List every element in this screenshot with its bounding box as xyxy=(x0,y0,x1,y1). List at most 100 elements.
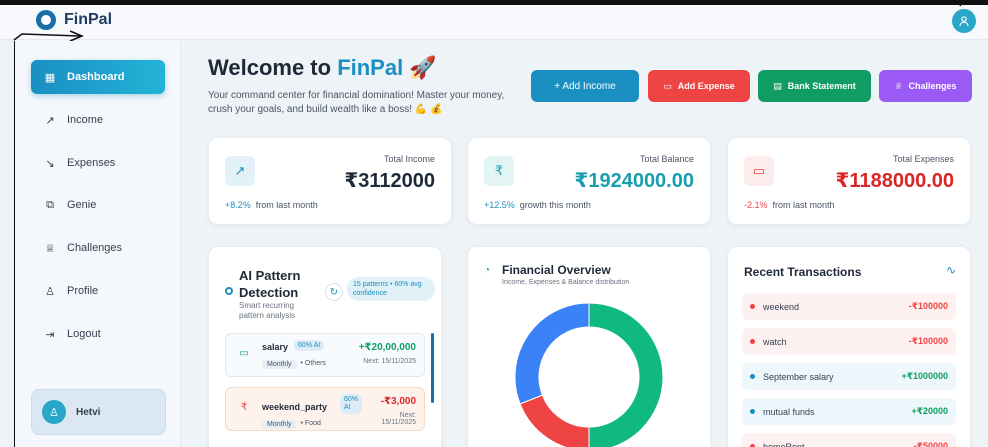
sidebar-item-label: Profile xyxy=(67,285,99,297)
add-expense-button[interactable]: ▭ Add Expense xyxy=(648,70,750,102)
stat-change: +12.5% growth this month xyxy=(484,200,591,210)
transaction-amount: -₹50000 xyxy=(913,441,948,447)
pattern-name: weekend_party xyxy=(262,402,328,412)
stat-label: Total Income xyxy=(383,154,435,164)
pattern-item[interactable]: ₹ weekend_party 60% AI Monthly • Food -₹… xyxy=(225,387,425,431)
sidebar-item-challenges[interactable]: ♕ Challenges xyxy=(31,231,165,265)
sidebar-item-dashboard[interactable]: ▦ Dashboard xyxy=(31,60,165,94)
trend-up-icon: ↗ xyxy=(45,114,55,127)
avatar-user-icon: ♙ xyxy=(42,400,66,424)
brand[interactable]: FinPal xyxy=(36,10,112,30)
stat-change: +8.2% from last month xyxy=(225,200,318,210)
donut-slice-income[interactable] xyxy=(588,302,664,447)
ai-subtitle: Smart recurring pattern analysis xyxy=(239,301,296,320)
trophy-icon: ♕ xyxy=(45,242,55,255)
activity-icon[interactable]: ∿ xyxy=(946,263,956,277)
transaction-row[interactable]: homeRent -₹50000 xyxy=(742,433,956,447)
rocket-icon: 🚀 xyxy=(409,55,437,80)
stat-change-text: from last month xyxy=(255,200,318,210)
transaction-name: September salary xyxy=(763,371,834,382)
stat-change-value: -2.1% xyxy=(744,200,768,210)
stat-change-value: +12.5% xyxy=(484,200,515,210)
logout-icon: ⇥ xyxy=(45,328,55,341)
sidebar-item-logout[interactable]: ⇥ Logout xyxy=(31,317,165,351)
pattern-next: Next: 15/11/2025 xyxy=(363,358,416,365)
pattern-tags: Monthly • Others xyxy=(262,360,326,369)
pattern-category: • Food xyxy=(300,420,321,427)
pattern-amount: -₹3,000 xyxy=(380,396,416,407)
sidebar-item-genie[interactable]: ⧉ Genie xyxy=(31,188,165,222)
pattern-item[interactable]: ▭ salary 60% AI Monthly • Others +₹20,00… xyxy=(225,333,425,377)
stat-change-value: +8.2% xyxy=(225,200,251,210)
status-dot xyxy=(750,339,755,344)
stat-label: Total Expenses xyxy=(892,154,954,164)
donut-chart xyxy=(514,302,664,447)
user-card[interactable]: ♙ Hetvi xyxy=(31,389,166,435)
sidebar: ▦ Dashboard ↗ Income ↘ Expenses ⧉ Genie … xyxy=(14,41,181,447)
transaction-name: watch xyxy=(763,336,787,347)
transaction-amount: +₹1000000 xyxy=(901,371,948,381)
bank-statement-label: Bank Statement xyxy=(787,81,856,91)
ai-title: AI Pattern Detection xyxy=(239,268,301,300)
transaction-amount: -₹100000 xyxy=(908,336,948,346)
stat-label: Total Balance xyxy=(639,154,694,164)
grid-icon: ▦ xyxy=(44,71,56,84)
donut-slice-expenses[interactable] xyxy=(519,394,590,447)
transaction-name: mutual funds xyxy=(763,406,815,417)
transaction-name: weekend xyxy=(763,301,800,312)
ai-pattern-card: AI Pattern Detection Smart recurring pat… xyxy=(208,246,442,447)
donut-slice-balance[interactable] xyxy=(514,302,590,405)
stat-value: ₹1924000.00 xyxy=(574,170,694,192)
top-bar: FinPal xyxy=(0,0,988,40)
brand-name: FinPal xyxy=(64,11,113,28)
stat-change-text: from last month xyxy=(772,200,835,210)
status-dot xyxy=(750,304,755,309)
main-content: Welcome to FinPal 🚀 Your command center … xyxy=(182,41,988,447)
challenges-button[interactable]: ♕ Challenges xyxy=(879,70,972,102)
transaction-name: homeRent xyxy=(763,441,805,447)
pattern-tags: Monthly • Food xyxy=(262,420,321,429)
recent-transactions-card: Recent Transactions ∿ weekend -₹100000 wat… xyxy=(727,246,971,447)
refresh-icon[interactable]: ↻ xyxy=(325,283,343,301)
pattern-confidence: 60% AI xyxy=(294,340,325,351)
genie-icon: ⧉ xyxy=(46,198,54,211)
sidebar-item-profile[interactable]: ♙ Profile xyxy=(31,274,165,308)
challenges-label: Challenges xyxy=(908,81,957,91)
add-income-button[interactable]: + Add Income xyxy=(531,70,639,102)
transaction-row[interactable]: weekend -₹100000 xyxy=(742,293,956,320)
transactions-title: Recent Transactions xyxy=(744,265,862,279)
pattern-name: salary xyxy=(262,342,289,352)
welcome-header: Welcome to FinPal 🚀 Your command center … xyxy=(208,55,508,117)
overview-title: Financial Overview xyxy=(502,263,611,277)
trend-down-icon: ↘ xyxy=(45,157,55,170)
bank-statement-button[interactable]: ▤ Bank Statement xyxy=(758,70,871,102)
total-expenses-card: ▭ Total Expenses ₹1188000.00 -2.1% from … xyxy=(727,137,971,225)
page-subtitle: Your command center for financial domina… xyxy=(208,90,505,115)
sidebar-item-income[interactable]: ↗ Income xyxy=(31,103,165,137)
transaction-row[interactable]: watch -₹100000 xyxy=(742,328,956,355)
sidebar-item-label: Income xyxy=(67,114,104,126)
user-name: Hetvi xyxy=(76,406,101,418)
sidebar-item-label: Dashboard xyxy=(67,71,125,83)
stat-value: ₹1188000.00 xyxy=(835,170,954,192)
trophy-icon: ♕ xyxy=(894,80,903,91)
top-avatar-user-icon[interactable] xyxy=(952,9,976,33)
stat-change: -2.1% from last month xyxy=(744,200,835,210)
target-icon xyxy=(225,287,233,295)
overview-subtitle: Income, Expenses & Balance distribution xyxy=(502,279,630,286)
pie-chart-icon: ◔ xyxy=(484,265,491,276)
transaction-row[interactable]: September salary +₹1000000 xyxy=(742,363,956,390)
pattern-next: Next: 15/11/2025 xyxy=(381,412,416,426)
pattern-confidence: 60% AI xyxy=(340,394,362,414)
pattern-frequency: Monthly xyxy=(262,420,297,429)
user-icon: ♙ xyxy=(45,285,55,298)
stat-change-text: growth this month xyxy=(519,200,591,210)
status-dot xyxy=(750,374,755,379)
card-icon: ▭ xyxy=(239,348,249,359)
sidebar-item-expenses[interactable]: ↘ Expenses xyxy=(31,146,165,180)
stat-value: ₹3112000 xyxy=(344,170,435,192)
finpal-logo-icon xyxy=(36,10,56,30)
scrollbar[interactable] xyxy=(431,333,434,403)
transaction-row[interactable]: mutual funds +₹20000 xyxy=(742,398,956,425)
ai-badge: 15 patterns • 60% avg confidence xyxy=(347,277,435,301)
